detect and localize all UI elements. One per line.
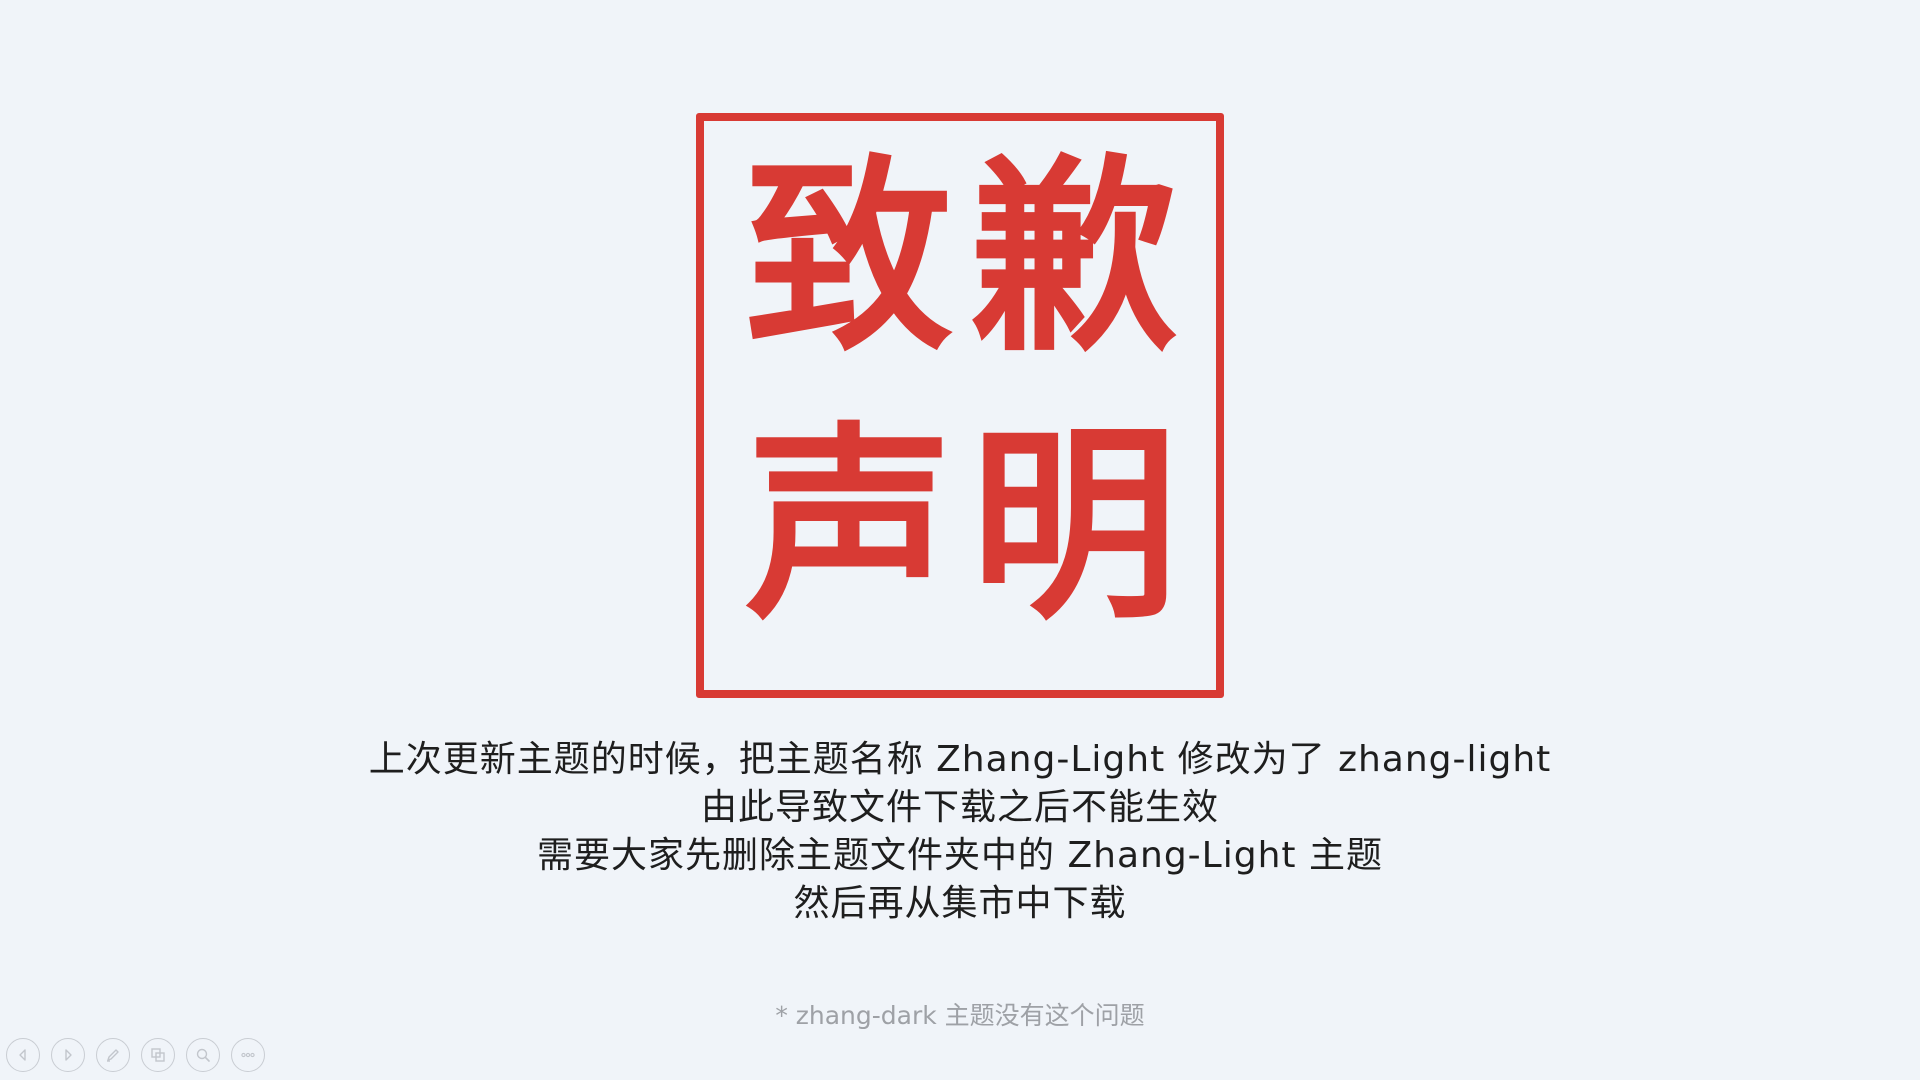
slide: 致 歉 声 明 上次更新主题的时候，把主题名称 Zhang-Light 修改为了… (0, 0, 1920, 1080)
next-slide-button[interactable] (51, 1038, 85, 1072)
seal-character: 声 (745, 404, 953, 648)
slides-overview-icon (151, 1048, 165, 1062)
announcement-line: 由此导致文件下载之后不能生效 (700, 787, 1219, 828)
apology-seal: 致 歉 声 明 (696, 113, 1224, 698)
announcement-line: 上次更新主题的时候，把主题名称 Zhang-Light 修改为了 zhang-l… (368, 739, 1552, 780)
more-options-button[interactable] (231, 1038, 265, 1072)
footnote: * zhang-dark 主题没有这个问题 (775, 1001, 1145, 1030)
zoom-icon (196, 1048, 210, 1062)
announcement-line: 然后再从集市中下载 (793, 883, 1127, 924)
next-icon (65, 1049, 72, 1061)
seal-character: 歉 (970, 136, 1178, 380)
more-icon (241, 1052, 255, 1058)
slides-overview-button[interactable] (141, 1038, 175, 1072)
announcement-text: 上次更新主题的时候，把主题名称 Zhang-Light 修改为了 zhang-l… (0, 736, 1920, 928)
announcement-line: 需要大家先删除主题文件夹中的 Zhang-Light 主题 (537, 835, 1383, 876)
pen-icon (107, 1049, 119, 1062)
pen-tool-button[interactable] (96, 1038, 130, 1072)
seal-character: 明 (970, 404, 1178, 648)
previous-slide-button[interactable] (6, 1038, 40, 1072)
previous-icon (19, 1049, 26, 1061)
zoom-button[interactable] (186, 1038, 220, 1072)
presentation-controls (6, 1038, 265, 1072)
seal-character: 致 (745, 136, 953, 380)
